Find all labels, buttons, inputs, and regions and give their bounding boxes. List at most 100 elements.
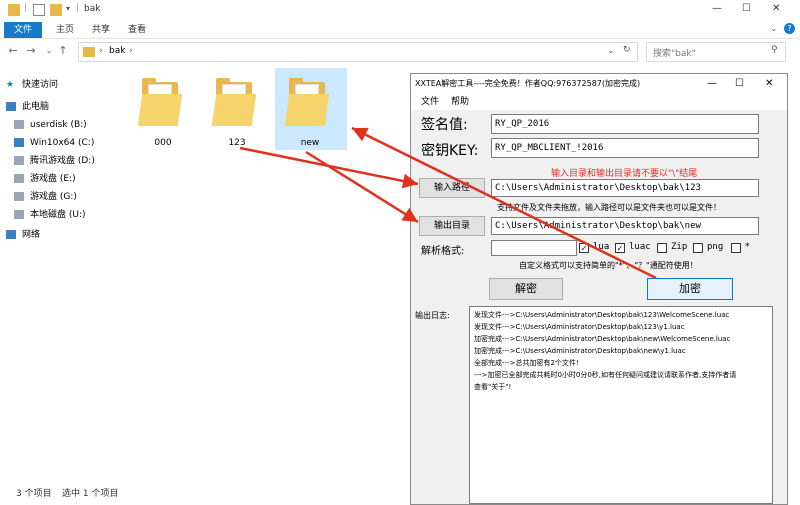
png-label: png <box>707 242 724 252</box>
lua-checkbox[interactable]: ✓ <box>579 243 589 253</box>
ribbon-tabs: 文件 主页 共享 查看 ⌄ ? <box>0 22 800 38</box>
help-icon[interactable]: ? <box>784 23 795 34</box>
back-arrow-icon[interactable]: ← <box>6 44 20 58</box>
sidebar-item-drive-u[interactable]: 本地磁盘 (U:) <box>0 206 118 224</box>
drive-icon <box>14 156 24 165</box>
forward-arrow-icon[interactable]: → <box>24 44 38 58</box>
window-title: bak <box>84 4 101 14</box>
dialog-maximize-button[interactable]: ☐ <box>735 74 744 94</box>
log-line: 发现文件--->C:\Users\Administrator\Desktop\b… <box>474 323 685 331</box>
sidebar-item-label: 游戏盘 (E:) <box>30 174 76 184</box>
menu-file[interactable]: 文件 <box>421 94 439 110</box>
folder-icon <box>281 72 339 138</box>
drive-icon <box>14 210 24 219</box>
sidebar-item-label: 腾讯游戏盘 (D:) <box>30 156 95 166</box>
dialog-titlebar: XXTEA解密工具----完全免费！作者QQ:976372587(加密完成) —… <box>411 74 787 94</box>
network-icon <box>6 230 16 239</box>
computer-icon <box>6 102 16 111</box>
search-icon: ⚲ <box>771 45 778 55</box>
drive-icon <box>14 192 24 201</box>
luac-label: luac <box>629 242 651 252</box>
xxtea-dialog: XXTEA解密工具----完全免费！作者QQ:976372587(加密完成) —… <box>410 73 788 505</box>
sidebar-item-label: 快速访问 <box>22 80 59 90</box>
sign-label: 签名值: <box>421 117 468 133</box>
tab-home[interactable]: 主页 <box>56 22 74 38</box>
output-dir-field[interactable]: C:\Users\Administrator\Desktop\bak\new <box>491 217 759 235</box>
encrypt-button[interactable]: 加密 <box>647 278 733 300</box>
input-path-field[interactable]: C:\Users\Administrator\Desktop\bak\123 <box>491 179 759 197</box>
dialog-close-button[interactable]: ✕ <box>765 74 773 94</box>
folder-icon <box>134 72 192 138</box>
warning-text: 输入目录和输出目录请不要以"\"结尾 <box>551 169 698 179</box>
drive-icon <box>14 120 24 129</box>
sidebar-item-quick-access[interactable]: ★ 快速访问 <box>0 76 118 94</box>
sidebar-item-label: Win10x64 (C:) <box>30 138 95 148</box>
tab-file[interactable]: 文件 <box>4 22 42 38</box>
sidebar-item-label: 游戏盘 (G:) <box>30 192 77 202</box>
up-arrow-icon[interactable]: ↑ <box>56 44 70 58</box>
arrow-to-input-path <box>239 146 419 189</box>
breadcrumb-separator[interactable]: › <box>129 46 133 56</box>
minimize-button[interactable]: — <box>712 3 722 14</box>
custom-format-input[interactable] <box>491 240 577 256</box>
recent-dropdown-icon[interactable]: ⌄ <box>42 44 56 58</box>
folder-name: 000 <box>154 138 172 148</box>
address-dropdown-icon[interactable]: ⌄ <box>607 46 615 56</box>
sidebar-item-label: userdisk (B:) <box>30 120 87 130</box>
sidebar-item-drive-b[interactable]: userdisk (B:) <box>0 116 118 134</box>
decrypt-button[interactable]: 解密 <box>489 278 563 300</box>
folder-name: new <box>300 138 320 148</box>
input-path-button[interactable]: 输入路径 <box>419 178 485 198</box>
folder-icon <box>8 4 20 16</box>
log-line: 查看"关于"! <box>474 383 512 391</box>
drive-icon <box>14 174 24 183</box>
sidebar-item-drive-c[interactable]: Win10x64 (C:) <box>0 134 118 152</box>
arrow-to-output-dir <box>305 150 419 224</box>
key-label: 密钥KEY: <box>421 143 479 159</box>
log-line: 加密完成--->C:\Users\Administrator\Desktop\b… <box>474 335 731 343</box>
dialog-title: XXTEA解密工具----完全免费！作者QQ:976372587(加密完成) <box>415 79 641 88</box>
separator: | <box>24 3 28 13</box>
search-input[interactable]: 搜索"bak" ⚲ <box>646 42 786 62</box>
sidebar-item-drive-e[interactable]: 游戏盘 (E:) <box>0 170 118 188</box>
sidebar-item-label: 本地磁盘 (U:) <box>30 210 86 220</box>
search-placeholder: 搜索"bak" <box>653 49 696 59</box>
sidebar-item-drive-d[interactable]: 腾讯游戏盘 (D:) <box>0 152 118 170</box>
navigation-pane: ★ 快速访问 此电脑 userdisk (B:) Win10x64 (C:) 腾… <box>0 64 118 484</box>
selection-count: 选中 1 个项目 <box>62 489 119 499</box>
sign-input[interactable]: RY_QP_2016 <box>491 114 759 134</box>
tab-share[interactable]: 共享 <box>92 22 110 38</box>
breadcrumb-separator: › <box>99 46 103 56</box>
breadcrumb-folder[interactable]: bak <box>109 46 125 56</box>
sidebar-item-network[interactable]: 网络 <box>0 226 118 244</box>
sidebar-item-this-pc[interactable]: 此电脑 <box>0 98 118 116</box>
png-checkbox[interactable] <box>693 243 703 253</box>
address-bar[interactable]: › bak › ⌄ ↻ <box>78 42 638 62</box>
wildcard-checkbox[interactable] <box>731 243 741 253</box>
tab-view[interactable]: 查看 <box>128 22 146 38</box>
sidebar-item-drive-g[interactable]: 游戏盘 (G:) <box>0 188 118 206</box>
explorer-titlebar: | ▾ | bak — ☐ ✕ <box>0 0 800 22</box>
format-label: 解析格式: <box>421 246 465 257</box>
folder-icon <box>83 47 95 57</box>
log-line: 全部完成--->总共加密有2个文件! <box>474 359 579 367</box>
address-row: ← → ⌄ ↑ › bak › ⌄ ↻ 搜索"bak" ⚲ <box>0 38 800 64</box>
key-input[interactable]: RY_QP_MBCLIENT_!2016 <box>491 138 759 158</box>
luac-checkbox[interactable]: ✓ <box>615 243 625 253</box>
customize-toolbar-icon[interactable]: ▾ <box>66 4 70 13</box>
dialog-minimize-button[interactable]: — <box>707 74 717 94</box>
close-button[interactable]: ✕ <box>772 3 780 14</box>
folder-icon <box>208 72 266 138</box>
properties-icon[interactable] <box>33 4 45 16</box>
dialog-menubar: 文件 帮助 <box>411 94 787 110</box>
folder-name: 123 <box>228 138 246 148</box>
expand-ribbon-icon[interactable]: ⌄ <box>770 24 778 34</box>
new-folder-icon[interactable] <box>50 4 62 16</box>
log-output[interactable]: 发现文件--->C:\Users\Administrator\Desktop\b… <box>469 306 773 504</box>
output-dir-button[interactable]: 输出目录 <box>419 216 485 236</box>
zip-checkbox[interactable] <box>657 243 667 253</box>
menu-help[interactable]: 帮助 <box>451 94 469 110</box>
maximize-button[interactable]: ☐ <box>742 3 751 14</box>
refresh-icon[interactable]: ↻ <box>623 45 631 55</box>
folder-item-new[interactable]: new <box>275 68 347 150</box>
